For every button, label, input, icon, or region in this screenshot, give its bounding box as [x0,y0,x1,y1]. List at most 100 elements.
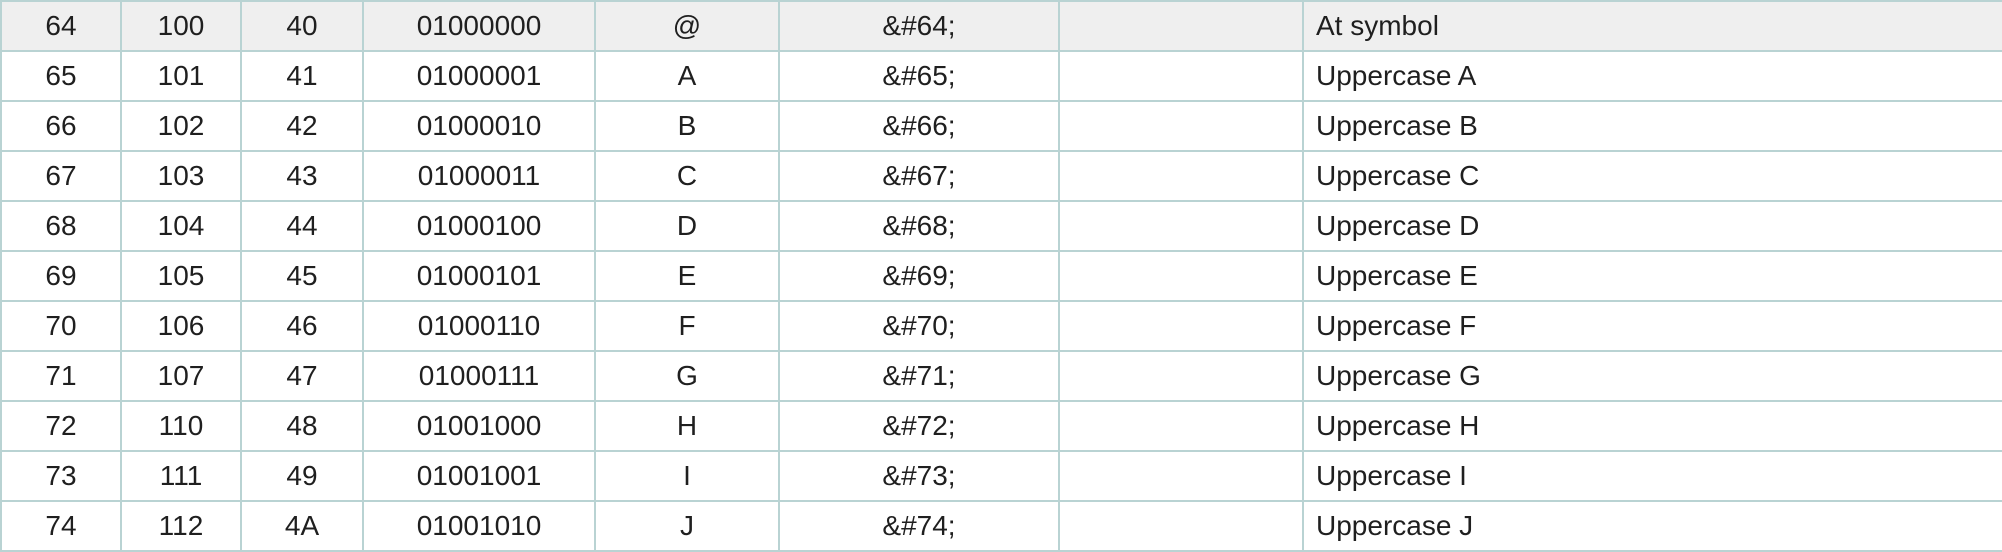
html-number-cell: &#69; [778,250,1060,302]
html-number-cell: &#67; [778,150,1060,202]
table-row: 73 111 49 01001001 I &#73; Uppercase I [0,450,2002,502]
html-name-cell [1058,450,1304,502]
hex-cell: 48 [240,400,364,452]
html-number-cell: &#71; [778,350,1060,402]
description-cell: Uppercase D [1302,200,2002,252]
table-row: 68 104 44 01000100 D &#68; Uppercase D [0,200,2002,252]
hex-cell: 42 [240,100,364,152]
table-row: 67 103 43 01000011 C &#67; Uppercase C [0,150,2002,202]
html-name-cell [1058,50,1304,102]
bin-cell: 01000110 [362,300,596,352]
ascii-table: 64 100 40 01000000 @ &#64; At symbol 65 … [0,0,2002,552]
symbol-cell: C [594,150,780,202]
html-name-cell [1058,250,1304,302]
hex-cell: 41 [240,50,364,102]
hex-cell: 47 [240,350,364,402]
dec-cell: 72 [0,400,122,452]
bin-cell: 01000101 [362,250,596,302]
bin-cell: 01001000 [362,400,596,452]
symbol-cell: D [594,200,780,252]
dec-cell: 70 [0,300,122,352]
dec-cell: 74 [0,500,122,552]
dec-cell: 66 [0,100,122,152]
symbol-cell: J [594,500,780,552]
oct-cell: 105 [120,250,242,302]
table-row: 66 102 42 01000010 B &#66; Uppercase B [0,100,2002,152]
hex-cell: 4A [240,500,364,552]
html-number-cell: &#66; [778,100,1060,152]
dec-cell: 65 [0,50,122,102]
symbol-cell: I [594,450,780,502]
html-name-cell [1058,300,1304,352]
oct-cell: 104 [120,200,242,252]
oct-cell: 111 [120,450,242,502]
bin-cell: 01000000 [362,0,596,52]
dec-cell: 64 [0,0,122,52]
html-number-cell: &#73; [778,450,1060,502]
symbol-cell: E [594,250,780,302]
dec-cell: 69 [0,250,122,302]
bin-cell: 01001010 [362,500,596,552]
symbol-cell: @ [594,0,780,52]
table-row: 64 100 40 01000000 @ &#64; At symbol [0,0,2002,52]
hex-cell: 44 [240,200,364,252]
hex-cell: 49 [240,450,364,502]
symbol-cell: G [594,350,780,402]
html-number-cell: &#64; [778,0,1060,52]
symbol-cell: B [594,100,780,152]
html-number-cell: &#72; [778,400,1060,452]
oct-cell: 100 [120,0,242,52]
html-name-cell [1058,200,1304,252]
bin-cell: 01000011 [362,150,596,202]
description-cell: Uppercase E [1302,250,2002,302]
bin-cell: 01000010 [362,100,596,152]
hex-cell: 43 [240,150,364,202]
oct-cell: 102 [120,100,242,152]
html-number-cell: &#74; [778,500,1060,552]
html-number-cell: &#65; [778,50,1060,102]
table-row: 74 112 4A 01001010 J &#74; Uppercase J [0,500,2002,552]
description-cell: Uppercase H [1302,400,2002,452]
oct-cell: 101 [120,50,242,102]
symbol-cell: H [594,400,780,452]
table-row: 65 101 41 01000001 A &#65; Uppercase A [0,50,2002,102]
dec-cell: 68 [0,200,122,252]
bin-cell: 01001001 [362,450,596,502]
description-cell: Uppercase C [1302,150,2002,202]
hex-cell: 40 [240,0,364,52]
description-cell: Uppercase J [1302,500,2002,552]
table-row: 69 105 45 01000101 E &#69; Uppercase E [0,250,2002,302]
description-cell: Uppercase F [1302,300,2002,352]
html-name-cell [1058,400,1304,452]
description-cell: Uppercase A [1302,50,2002,102]
bin-cell: 01000001 [362,50,596,102]
oct-cell: 110 [120,400,242,452]
hex-cell: 46 [240,300,364,352]
table-row: 72 110 48 01001000 H &#72; Uppercase H [0,400,2002,452]
table-row: 71 107 47 01000111 G &#71; Uppercase G [0,350,2002,402]
table-row: 70 106 46 01000110 F &#70; Uppercase F [0,300,2002,352]
html-number-cell: &#68; [778,200,1060,252]
bin-cell: 01000111 [362,350,596,402]
description-cell: At symbol [1302,0,2002,52]
html-name-cell [1058,350,1304,402]
symbol-cell: A [594,50,780,102]
html-name-cell [1058,0,1304,52]
oct-cell: 112 [120,500,242,552]
dec-cell: 73 [0,450,122,502]
dec-cell: 71 [0,350,122,402]
description-cell: Uppercase G [1302,350,2002,402]
description-cell: Uppercase I [1302,450,2002,502]
html-name-cell [1058,100,1304,152]
symbol-cell: F [594,300,780,352]
oct-cell: 106 [120,300,242,352]
dec-cell: 67 [0,150,122,202]
hex-cell: 45 [240,250,364,302]
html-name-cell [1058,150,1304,202]
html-name-cell [1058,500,1304,552]
oct-cell: 107 [120,350,242,402]
description-cell: Uppercase B [1302,100,2002,152]
html-number-cell: &#70; [778,300,1060,352]
oct-cell: 103 [120,150,242,202]
bin-cell: 01000100 [362,200,596,252]
